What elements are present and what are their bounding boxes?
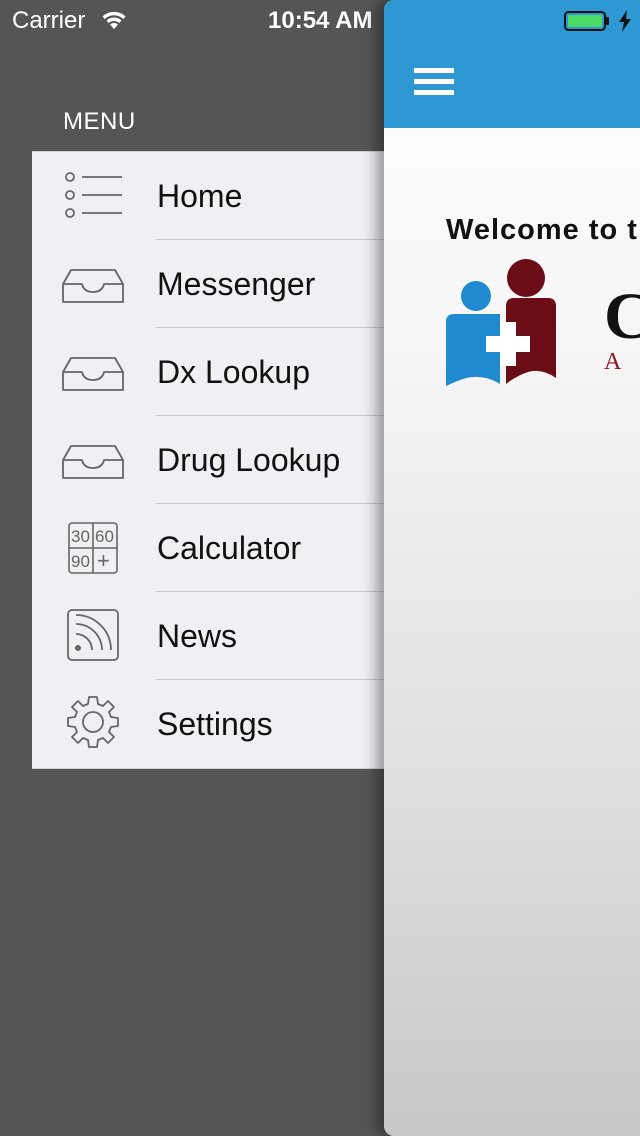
menu-item-label: Home (157, 178, 243, 214)
list-icon (65, 172, 122, 218)
menu-item-messenger[interactable]: Messenger (32, 239, 384, 328)
charging-bolt-icon (619, 10, 631, 32)
menu-item-label: Messenger (157, 266, 316, 302)
battery-icon (564, 11, 609, 31)
app-logo: C A S (446, 259, 640, 386)
logo-wordmark: C (604, 280, 640, 353)
menu-title: MENU (63, 108, 136, 135)
menu-item-label: Calculator (157, 530, 302, 566)
status-bar: Carrier 10:54 AM (0, 0, 384, 40)
inbox-tray-icon (62, 269, 124, 303)
calculator-icon: 30 60 90 + (68, 522, 118, 574)
hamburger-menu-button[interactable] (414, 68, 458, 98)
menu-item-label: Dx Lookup (157, 354, 310, 390)
menu-item-dx-lookup[interactable]: Dx Lookup (32, 327, 384, 416)
welcome-heading: Welcome to t (446, 214, 638, 246)
menu-item-home[interactable]: Home (32, 152, 384, 240)
clock: 10:54 AM (268, 7, 373, 34)
gear-icon (67, 696, 119, 748)
menu-item-label: Drug Lookup (157, 442, 341, 478)
calc-digit: 60 (95, 527, 114, 546)
menu-item-label: Settings (157, 706, 273, 742)
menu-item-calculator[interactable]: 30 60 90 + Calculator (32, 503, 384, 592)
navigation-bar (384, 0, 640, 128)
calc-digit: 90 (71, 552, 90, 571)
rss-feed-icon (67, 609, 119, 661)
inbox-tray-icon (62, 357, 124, 391)
menu-item-drug-lookup[interactable]: Drug Lookup (32, 415, 384, 504)
logo-tagline: A S (604, 349, 640, 375)
calc-digit: 30 (71, 527, 90, 546)
inbox-tray-icon (62, 445, 124, 479)
menu-item-news[interactable]: News (32, 591, 384, 680)
menu-list: Home Messenger Dx Lookup Drug Lookup 30 … (32, 151, 384, 769)
menu-item-settings[interactable]: Settings (32, 679, 384, 768)
wifi-icon (102, 11, 126, 29)
calc-digit: + (97, 548, 110, 573)
menu-item-label: News (157, 618, 238, 654)
main-content-panel[interactable]: Welcome to t C A S (384, 0, 640, 1136)
carrier-label: Carrier (12, 7, 86, 34)
